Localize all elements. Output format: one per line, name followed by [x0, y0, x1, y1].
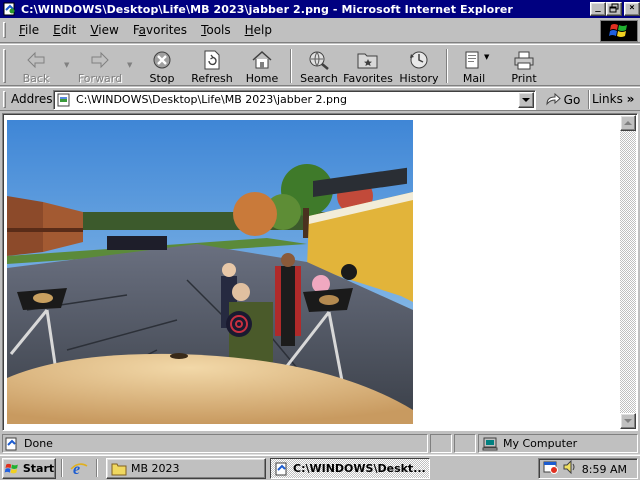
history-button[interactable]: History: [398, 47, 440, 85]
address-separator: [588, 90, 590, 109]
speaker-icon[interactable]: [562, 459, 576, 477]
forward-button[interactable]: Forward: [76, 47, 124, 85]
minimize-button[interactable]: _: [590, 2, 606, 16]
links-button[interactable]: Links »: [592, 92, 634, 106]
address-input[interactable]: C:\WINDOWS\Desktop\Life\MB 2023\jabber 2…: [53, 90, 536, 110]
restore-icon: [609, 3, 619, 13]
windows-logo-icon: [600, 20, 638, 42]
start-button[interactable]: Start: [2, 458, 56, 479]
chevron-down-icon: [522, 97, 530, 102]
content-area: [2, 113, 638, 431]
quicklaunch-separator: [61, 459, 63, 477]
back-arrow-icon: [24, 49, 48, 71]
ie-page-icon: [5, 437, 17, 450]
svg-text:e: e: [73, 461, 80, 476]
ie-quicklaunch-icon[interactable]: e: [70, 460, 88, 479]
taskbar: Start e MB 2023 C:\WINDOWS\Deskt... 8:59…: [0, 454, 640, 480]
scroll-up-button[interactable]: [620, 115, 636, 131]
mail-icon: [462, 49, 486, 71]
address-dropdown-button[interactable]: [518, 92, 534, 108]
status-panel: Done: [2, 434, 428, 453]
back-button[interactable]: Back: [14, 47, 58, 85]
system-tray: 8:59 AM: [538, 458, 638, 479]
print-button[interactable]: Print: [506, 47, 542, 85]
go-arrow-icon: [546, 93, 561, 106]
status-progress-panel: [430, 434, 452, 453]
vertical-scrollbar[interactable]: [620, 115, 636, 429]
chevron-down-icon: [624, 418, 632, 423]
address-value: C:\WINDOWS\Desktop\Life\MB 2023\jabber 2…: [76, 93, 347, 106]
menu-edit[interactable]: Edit: [46, 23, 83, 37]
windows-logo-icon: [4, 463, 18, 473]
refresh-button[interactable]: Refresh: [190, 47, 234, 85]
chevron-right-icon: »: [626, 92, 635, 106]
standard-toolbar: Back ▼ Forward ▼ Stop Refresh Home Searc…: [0, 44, 640, 86]
mail-dropdown-icon[interactable]: ▼: [484, 53, 489, 61]
home-button[interactable]: Home: [243, 47, 281, 85]
stop-icon: [150, 49, 174, 71]
zone-panel: My Computer: [478, 434, 638, 453]
zone-text: My Computer: [503, 437, 578, 450]
printer-icon: [512, 49, 536, 71]
displayed-photo: [7, 120, 413, 424]
refresh-icon: [200, 49, 224, 71]
task-button-ie[interactable]: C:\WINDOWS\Deskt...: [270, 458, 430, 479]
scroll-down-button[interactable]: [620, 413, 636, 429]
status-security-panel: [454, 434, 476, 453]
status-text: Done: [24, 437, 53, 450]
scheduler-icon[interactable]: [543, 460, 559, 477]
ie-page-icon: [275, 462, 287, 475]
forward-dropdown-icon[interactable]: ▼: [127, 61, 132, 69]
menu-favorites[interactable]: Favorites: [126, 23, 194, 37]
menu-tools[interactable]: Tools: [194, 23, 238, 37]
menu-view[interactable]: View: [83, 23, 125, 37]
toolbar-separator: [290, 49, 292, 83]
toolbar-grip[interactable]: [3, 49, 6, 83]
menu-grip[interactable]: [3, 22, 6, 38]
forward-arrow-icon: [88, 49, 112, 71]
page-icon: [57, 93, 71, 107]
search-button[interactable]: Search: [298, 47, 340, 85]
search-globe-icon: [307, 49, 331, 71]
home-icon: [250, 49, 274, 71]
folder-icon: [111, 463, 127, 475]
stop-button[interactable]: Stop: [142, 47, 182, 85]
back-dropdown-icon[interactable]: ▼: [64, 61, 69, 69]
address-grip[interactable]: [3, 91, 6, 108]
address-bar: Address C:\WINDOWS\Desktop\Life\MB 2023\…: [0, 87, 640, 111]
ie-page-icon[interactable]: [2, 1, 18, 17]
favorites-folder-icon: [356, 49, 380, 71]
task-button-folder[interactable]: MB 2023: [106, 458, 266, 479]
status-bar: Done My Computer: [0, 432, 640, 454]
toolbar-separator: [446, 49, 448, 83]
menu-file[interactable]: File: [12, 23, 46, 37]
clock[interactable]: 8:59 AM: [582, 463, 627, 476]
my-computer-icon: [482, 437, 498, 450]
history-icon: [407, 49, 431, 71]
quicklaunch-separator: [96, 459, 98, 477]
favorites-button[interactable]: Favorites: [343, 47, 393, 85]
address-label: Address: [11, 92, 59, 106]
chevron-up-icon: [624, 120, 632, 125]
menu-help[interactable]: Help: [238, 23, 279, 37]
title-bar: C:\WINDOWS\Desktop\Life\MB 2023\jabber 2…: [0, 0, 640, 18]
maximize-button[interactable]: [606, 2, 622, 16]
window-title: C:\WINDOWS\Desktop\Life\MB 2023\jabber 2…: [21, 2, 513, 16]
go-button[interactable]: Go: [541, 91, 584, 109]
close-button[interactable]: ×: [624, 2, 640, 16]
menu-bar: File Edit View Favorites Tools Help: [0, 18, 640, 43]
